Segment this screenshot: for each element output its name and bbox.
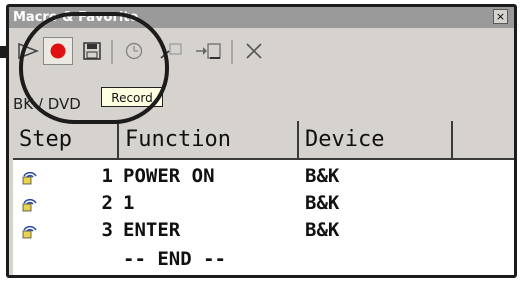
device-name: B&K: [305, 219, 340, 241]
callout-circle: [19, 12, 169, 124]
macro-button[interactable]: [193, 40, 223, 62]
function-name: ENTER: [123, 219, 181, 241]
table-row[interactable]: 1 POWER ON B&K: [13, 163, 514, 190]
header-step[interactable]: Step: [13, 121, 119, 158]
table-header: Step Function Device: [13, 121, 514, 160]
device-name: B&K: [305, 192, 340, 214]
header-function[interactable]: Function: [119, 121, 299, 158]
header-device[interactable]: Device: [299, 121, 453, 158]
delete-icon: [246, 43, 262, 59]
device-name: B&K: [305, 165, 340, 187]
close-button[interactable]: ×: [493, 9, 508, 24]
toolbar-separator: [231, 40, 233, 64]
signal-icon: [22, 198, 37, 212]
delete-button[interactable]: [241, 40, 267, 62]
step-number: 3: [101, 219, 113, 241]
macro-icon: [196, 43, 221, 59]
function-name: POWER ON: [123, 165, 215, 187]
macro-steps-table[interactable]: Step Function Device 1 POWER ON B&K 2 1 …: [13, 121, 514, 275]
table-row[interactable]: 3 ENTER B&K: [13, 217, 514, 244]
function-name: 1: [123, 192, 135, 214]
signal-icon: [22, 225, 37, 239]
step-number: 1: [101, 165, 113, 187]
signal-icon: [22, 171, 37, 185]
header-blank: [453, 121, 514, 158]
end-marker: -- END --: [123, 248, 226, 270]
macro-favorite-window: Macro & Favorite × BK / DVD Step Functio…: [6, 4, 517, 278]
table-row[interactable]: 2 1 B&K: [13, 190, 514, 217]
step-number: 2: [101, 192, 113, 214]
